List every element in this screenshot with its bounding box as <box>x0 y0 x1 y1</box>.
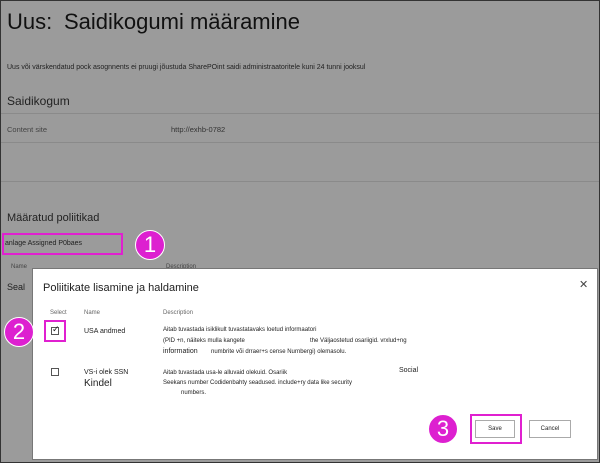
row-2-checkbox[interactable] <box>51 368 59 376</box>
row-2-desc-line2: Seekans number Codidenbahty seadused. in… <box>163 380 352 386</box>
dialog-title: Poliitikate lisamine ja haldamine <box>43 282 199 294</box>
column-name: Name <box>84 310 101 316</box>
page-frame: Uus: Saidikogumi määramine Uus või värsk… <box>0 0 600 463</box>
manage-policies-dialog: Poliitikate lisamine ja haldamine ✕ Sele… <box>32 268 598 460</box>
assigned-policies-heading: Määratud poliitikad <box>7 212 100 224</box>
site-collection-heading: Saidikogum <box>7 94 70 108</box>
row-1-desc-line2b: the Väljaostetud osariigid. vrxlud+ng <box>310 338 407 344</box>
content-site-value: http://exhb-0782 <box>171 125 226 134</box>
close-icon[interactable]: ✕ <box>579 278 588 291</box>
row-1-desc-line2a: (PID +n, näiteks mulla kangete <box>163 338 245 344</box>
divider <box>1 181 599 182</box>
highlight-box-assigned <box>2 233 123 255</box>
cancel-button[interactable]: Cancel <box>529 420 571 438</box>
row-1-name: USA andmed <box>84 328 126 335</box>
bg-row-text: Seal <box>7 282 26 292</box>
content-site-label: Content site <box>7 125 48 134</box>
row-1-desc-line3a: information <box>163 348 198 355</box>
page-title-prefix: Uus: <box>7 9 53 34</box>
column-select: Select <box>50 310 67 316</box>
row-2-desc-line1b: Social <box>399 367 419 374</box>
divider <box>1 113 599 114</box>
row-2-desc-line3: numbers. <box>181 390 207 396</box>
page-title: Saidikogumi määramine <box>64 9 300 34</box>
divider <box>1 142 599 143</box>
highlight-box-checkbox <box>44 320 66 342</box>
column-description: Description <box>163 310 194 316</box>
callout-2: 2 <box>4 317 34 347</box>
row-2-name-line2: Kindel <box>84 378 112 389</box>
row-2-name-line1: VS-i olek SSN <box>84 369 129 376</box>
row-1-desc-line3b: numbrite või drraer+s cense Nurnbergi) o… <box>211 349 347 355</box>
bg-column-name: Name <box>11 264 28 270</box>
row-1-desc-line1: Aitab tuvastada isiklikult tuvastatavaks… <box>163 327 317 333</box>
policy-notice: Uus või värskendatud pock asognnents ei … <box>7 64 366 71</box>
callout-1: 1 <box>135 230 165 260</box>
highlight-box-save <box>470 414 522 444</box>
row-2-desc-line1a: Aitab tuvastada usa-le alluvaid olekuid.… <box>163 370 288 376</box>
callout-3: 3 <box>428 414 458 444</box>
